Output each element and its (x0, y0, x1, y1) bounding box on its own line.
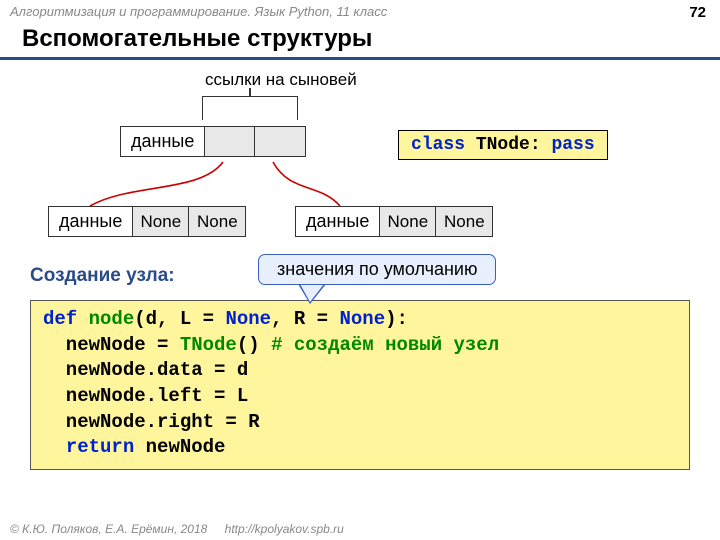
class-name: TNode: (465, 135, 551, 155)
left-node-r: None (189, 207, 245, 236)
l4: newNode.left = L (43, 385, 248, 407)
sig1: (d, L = (134, 308, 225, 330)
course-label: Алгоритмизация и программирование. Язык … (10, 4, 387, 21)
function-code-box: def node(d, L = None, R = None): newNode… (30, 300, 690, 470)
none2: None (339, 308, 385, 330)
l6c: newNode (134, 436, 225, 458)
page-title: Вспомогательные структуры (0, 23, 720, 60)
pointer-arrows (0, 68, 660, 268)
slide-footer: © К.Ю. Поляков, Е.А. Ерёмин, 2018 http:/… (10, 522, 344, 536)
l3: newNode.data = d (43, 359, 248, 381)
l2c: () (237, 334, 271, 356)
callout-tail (300, 284, 324, 302)
kw-return: return (66, 436, 134, 458)
page-number: 72 (689, 4, 706, 21)
slide-header: Алгоритмизация и программирование. Язык … (0, 0, 720, 23)
comment: # создаём новый узел (271, 334, 499, 356)
fn-name: node (77, 308, 134, 330)
left-node-data: данные (49, 207, 133, 236)
right-node-r: None (436, 207, 492, 236)
none1: None (225, 308, 271, 330)
kw-class: class (411, 135, 465, 155)
kw-def: def (43, 308, 77, 330)
tnode-call: TNode (180, 334, 237, 356)
sons-pointer-label: ссылки на сыновей (205, 70, 357, 90)
create-node-label: Создание узла: (30, 265, 175, 287)
sig2: , R = (271, 308, 339, 330)
top-node: данные (120, 126, 306, 157)
left-node-l: None (133, 207, 189, 236)
left-child-node: данные None None (48, 206, 246, 237)
l6a (43, 436, 66, 458)
sig3: ): (385, 308, 408, 330)
top-node-right-ptr (255, 127, 305, 156)
kw-pass: pass (551, 135, 594, 155)
l2a: newNode = (43, 334, 180, 356)
top-node-data: данные (121, 127, 205, 156)
right-node-data: данные (296, 207, 380, 236)
right-child-node: данные None None (295, 206, 493, 237)
top-node-left-ptr (205, 127, 255, 156)
l5: newNode.right = R (43, 411, 260, 433)
slide-content: ссылки на сыновей данные данные None Non… (0, 68, 720, 508)
class-code-box: class TNode: pass (398, 130, 608, 160)
footer-url: http://kpolyakov.spb.ru (225, 522, 344, 536)
copyright: © К.Ю. Поляков, Е.А. Ерёмин, 2018 (10, 522, 207, 536)
default-values-callout: значения по умолчанию (258, 254, 496, 285)
right-node-l: None (380, 207, 436, 236)
sons-bracket (202, 96, 298, 120)
